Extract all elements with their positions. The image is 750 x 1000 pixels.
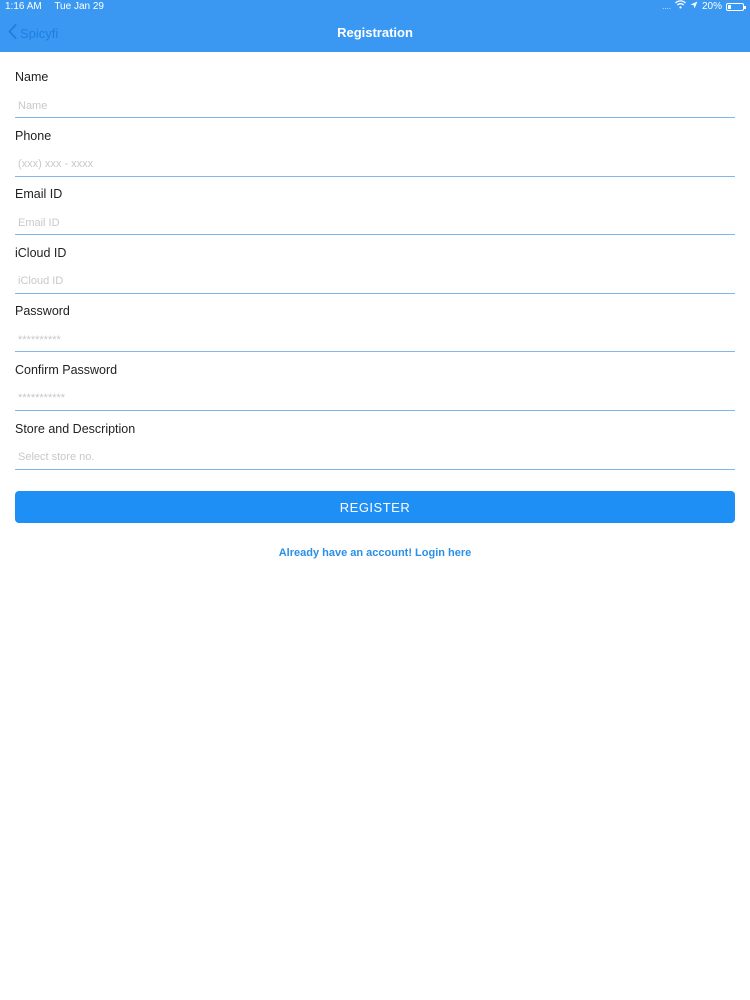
navigation-bar: Spicyfi Registration (0, 14, 750, 52)
email-label: Email ID (15, 187, 63, 202)
phone-field: Phone (15, 111, 735, 177)
registration-screen: 1:16 AM Tue Jan 29 .... 20% Spicyfi Regi… (0, 0, 750, 1000)
location-arrow-icon (690, 0, 698, 14)
password-field: Password (15, 286, 735, 353)
status-bar: 1:16 AM Tue Jan 29 .... 20% (0, 0, 750, 14)
email-field: Email ID (15, 169, 735, 236)
name-field: Name (15, 52, 735, 118)
wifi-icon (675, 0, 686, 14)
battery-level (728, 5, 731, 9)
icloud-label: iCloud ID (15, 245, 67, 260)
name-label: Name (15, 70, 49, 84)
registration-form: Name Phone Email ID iCloud ID Password C… (15, 52, 735, 470)
status-right: .... 20% (662, 0, 746, 14)
phone-label: Phone (15, 128, 52, 143)
page-title: Registration (337, 25, 413, 40)
password-label: Password (15, 304, 70, 319)
confirm-password-label: Confirm Password (15, 362, 118, 377)
store-input[interactable] (15, 445, 735, 470)
login-link[interactable]: Already have an account! Login here (0, 547, 750, 559)
register-button[interactable]: REGISTER (15, 491, 735, 523)
signal-icon: .... (662, 2, 671, 11)
icloud-field: iCloud ID (15, 228, 735, 294)
store-label: Store and Description (15, 421, 136, 436)
status-time: 1:16 AM (5, 1, 42, 12)
confirm-password-field: Confirm Password (15, 345, 735, 411)
battery-icon (726, 3, 746, 11)
status-left: 1:16 AM Tue Jan 29 (5, 0, 114, 14)
store-field: Store and Description (15, 404, 735, 470)
battery-percent: 20% (701, 1, 722, 12)
status-date: Tue Jan 29 (54, 1, 104, 12)
